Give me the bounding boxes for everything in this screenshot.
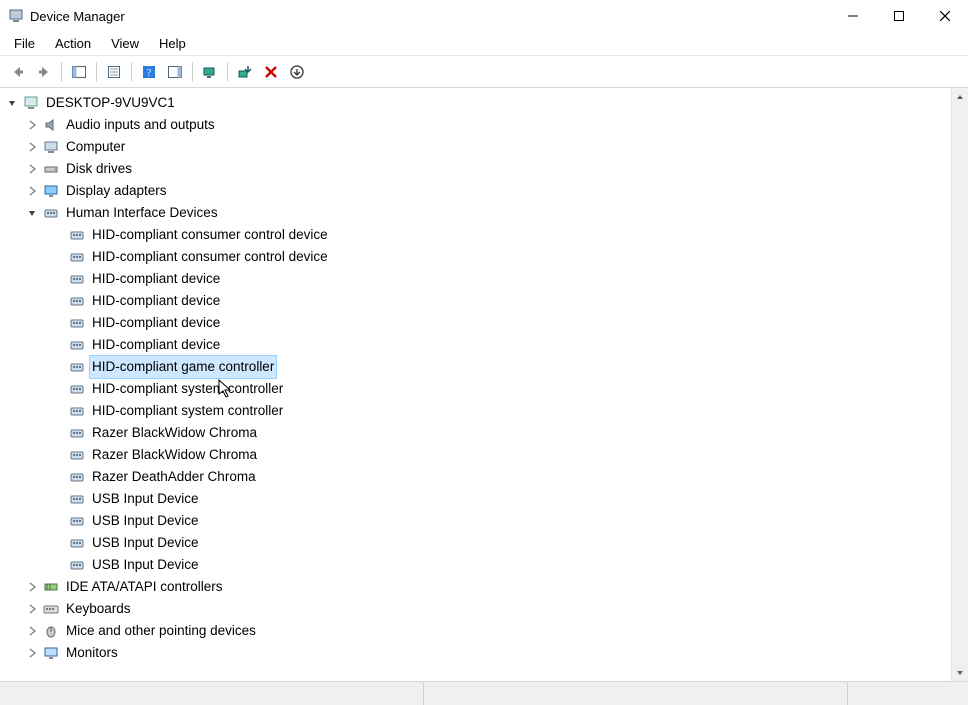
device-item[interactable]: Razer DeathAdder Chroma <box>4 466 951 488</box>
title-bar: Device Manager <box>0 0 968 32</box>
mouse-icon <box>42 622 60 640</box>
disk-icon <box>42 160 60 178</box>
hid-icon <box>68 534 86 552</box>
device-tree[interactable]: DESKTOP-9VU9VC1 Audio inputs and outputs… <box>0 88 951 681</box>
speaker-icon <box>42 116 60 134</box>
status-cell <box>424 682 848 705</box>
menu-bar: File Action View Help <box>0 32 968 56</box>
computer-icon <box>22 94 40 112</box>
help-button[interactable]: ? <box>137 60 161 84</box>
category-hid[interactable]: Human Interface Devices <box>4 202 951 224</box>
scroll-down-button[interactable] <box>952 664 968 681</box>
tree-root-label: DESKTOP-9VU9VC1 <box>44 92 177 114</box>
device-item[interactable]: HID-compliant device <box>4 290 951 312</box>
category-audio[interactable]: Audio inputs and outputs <box>4 114 951 136</box>
action-pane-button[interactable] <box>163 60 187 84</box>
category-display[interactable]: Display adapters <box>4 180 951 202</box>
hid-icon <box>68 380 86 398</box>
device-item[interactable]: HID-compliant device <box>4 268 951 290</box>
svg-text:?: ? <box>147 68 152 79</box>
tree-root[interactable]: DESKTOP-9VU9VC1 <box>4 92 951 114</box>
hid-icon <box>68 314 86 332</box>
device-item[interactable]: USB Input Device <box>4 488 951 510</box>
forward-button[interactable] <box>32 60 56 84</box>
device-item[interactable]: USB Input Device <box>4 554 951 576</box>
uninstall-button[interactable] <box>259 60 283 84</box>
device-item[interactable]: HID-compliant device <box>4 312 951 334</box>
status-cell <box>848 682 968 705</box>
hid-icon <box>68 402 86 420</box>
hid-icon <box>68 556 86 574</box>
menu-action[interactable]: Action <box>45 34 101 53</box>
menu-help[interactable]: Help <box>149 34 196 53</box>
hid-icon <box>68 424 86 442</box>
device-item[interactable]: Razer BlackWidow Chroma <box>4 444 951 466</box>
ide-icon <box>42 578 60 596</box>
chevron-right-icon[interactable] <box>24 601 40 617</box>
category-monitors[interactable]: Monitors <box>4 642 951 664</box>
close-button[interactable] <box>922 0 968 32</box>
chevron-right-icon[interactable] <box>24 623 40 639</box>
chevron-down-icon[interactable] <box>24 205 40 221</box>
monitor-icon <box>42 644 60 662</box>
hid-icon <box>68 336 86 354</box>
display-icon <box>42 182 60 200</box>
hid-icon <box>68 292 86 310</box>
toolbar: ? <box>0 56 968 88</box>
pc-icon <box>42 138 60 156</box>
hid-icon <box>68 512 86 530</box>
hid-icon <box>68 468 86 486</box>
hid-icon <box>68 446 86 464</box>
disable-button[interactable] <box>285 60 309 84</box>
category-mice[interactable]: Mice and other pointing devices <box>4 620 951 642</box>
update-driver-button[interactable] <box>233 60 257 84</box>
device-item[interactable]: HID-compliant consumer control device <box>4 224 951 246</box>
chevron-right-icon[interactable] <box>24 161 40 177</box>
scan-hardware-button[interactable] <box>198 60 222 84</box>
category-computer[interactable]: Computer <box>4 136 951 158</box>
chevron-right-icon[interactable] <box>24 579 40 595</box>
device-item[interactable]: HID-compliant device <box>4 334 951 356</box>
vertical-scrollbar[interactable] <box>951 88 968 681</box>
hid-icon <box>68 270 86 288</box>
scroll-up-button[interactable] <box>952 88 968 105</box>
device-item[interactable]: HID-compliant system controller <box>4 400 951 422</box>
show-hide-tree-button[interactable] <box>67 60 91 84</box>
back-button[interactable] <box>6 60 30 84</box>
chevron-down-icon[interactable] <box>4 95 20 111</box>
hid-icon <box>68 226 86 244</box>
hid-icon <box>68 248 86 266</box>
chevron-right-icon[interactable] <box>24 117 40 133</box>
device-item[interactable]: HID-compliant consumer control device <box>4 246 951 268</box>
maximize-button[interactable] <box>876 0 922 32</box>
hid-icon <box>68 358 86 376</box>
minimize-button[interactable] <box>830 0 876 32</box>
device-item[interactable]: USB Input Device <box>4 510 951 532</box>
device-item[interactable]: USB Input Device <box>4 532 951 554</box>
chevron-right-icon[interactable] <box>24 139 40 155</box>
hid-icon <box>68 490 86 508</box>
device-item-selected[interactable]: HID-compliant game controller <box>4 356 951 378</box>
device-item[interactable]: HID-compliant system controller <box>4 378 951 400</box>
properties-button[interactable] <box>102 60 126 84</box>
category-disk[interactable]: Disk drives <box>4 158 951 180</box>
status-bar <box>0 681 968 705</box>
menu-file[interactable]: File <box>4 34 45 53</box>
hid-icon <box>42 204 60 222</box>
content-area: DESKTOP-9VU9VC1 Audio inputs and outputs… <box>0 88 968 681</box>
menu-view[interactable]: View <box>101 34 149 53</box>
chevron-right-icon[interactable] <box>24 645 40 661</box>
device-item[interactable]: Razer BlackWidow Chroma <box>4 422 951 444</box>
category-ide[interactable]: IDE ATA/ATAPI controllers <box>4 576 951 598</box>
device-manager-icon <box>8 8 24 24</box>
chevron-right-icon[interactable] <box>24 183 40 199</box>
window-title: Device Manager <box>30 9 125 24</box>
keyboard-icon <box>42 600 60 618</box>
category-keyboards[interactable]: Keyboards <box>4 598 951 620</box>
status-cell <box>0 682 424 705</box>
